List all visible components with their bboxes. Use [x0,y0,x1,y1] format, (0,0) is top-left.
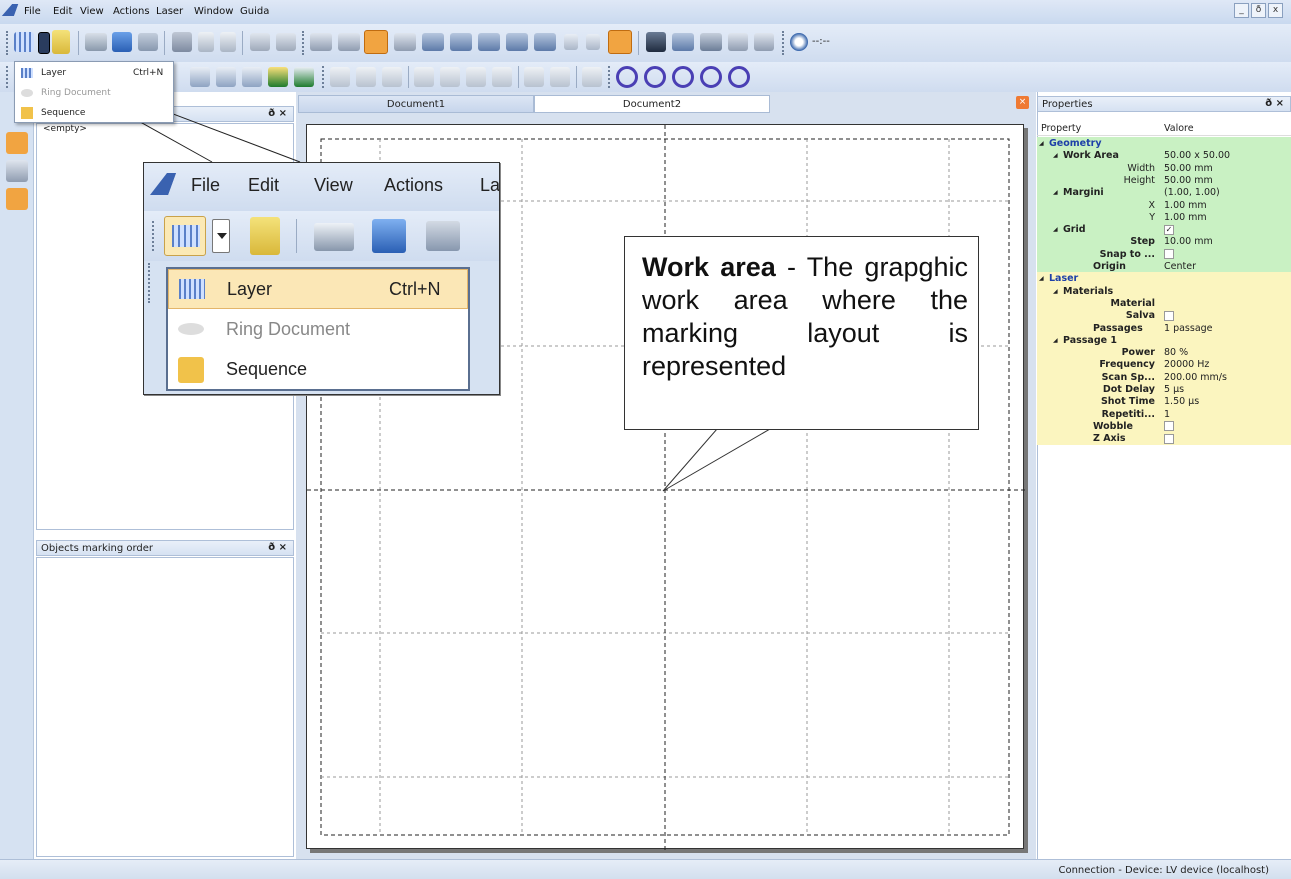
zoom-item-layer: Layer Ctrl+N [168,269,468,309]
layer-icon [179,279,205,299]
callout-title: Work area [642,252,776,282]
zoom-item-ring-document: Ring Document [168,311,468,349]
callout-lines [46,69,772,492]
dropdown-item-sequence[interactable]: Sequence [15,104,173,122]
save-icon [372,219,406,253]
zoom-menu-actions: Actions [384,175,444,195]
work-area-callout: Work area - The grapghic work area where… [624,236,979,430]
zoom-item-sequence: Sequence [168,351,468,389]
dropdown-item-layer[interactable]: Layer Ctrl+N [15,64,173,82]
new-layer-icon [164,216,206,256]
zoom-menu-file: File [191,175,221,195]
layer-icon [21,68,33,78]
zoom-dropdown-menu: Layer Ctrl+N Ring Document Sequence [166,267,470,391]
print-preview-icon [426,221,460,251]
zoom-menu-view: View [314,175,353,195]
ring-icon [178,323,204,335]
dropdown-arrow-icon [212,219,230,253]
layer-dropdown-menu: Layer Ctrl+N Ring Document Sequence [14,61,174,123]
zoom-inset: File Edit View Actions La Layer Ctrl+N R… [143,162,500,395]
open-folder-icon [314,223,354,251]
dropdown-item-ring-document: Ring Document [15,84,173,102]
zoom-toolbar [144,211,499,261]
zoom-menu-bar: File Edit View Actions La [144,163,500,211]
ring-icon [21,89,33,97]
document-icon [250,217,280,255]
sequence-icon [21,107,33,119]
zoom-menu-laser: La [480,175,500,195]
app-logo-icon [149,173,177,195]
zoom-menu-edit: Edit [248,175,280,195]
sequence-icon [178,357,204,383]
